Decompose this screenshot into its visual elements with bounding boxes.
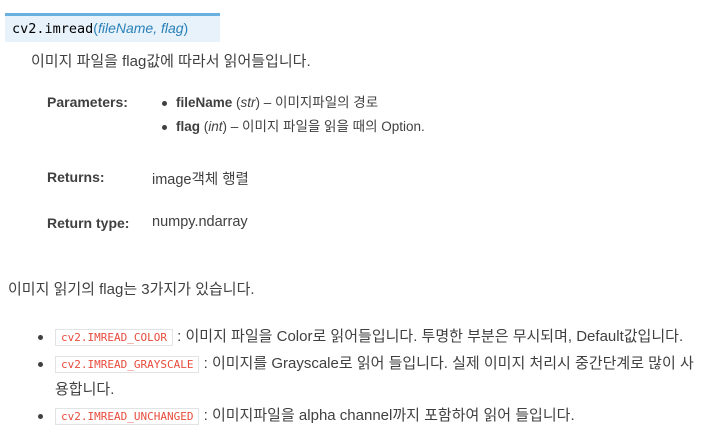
flag-list: cv2.IMREAD_COLOR : 이미지 파일을 Color로 읽어들입니다… bbox=[38, 324, 706, 430]
flag-code: cv2.IMREAD_COLOR bbox=[55, 329, 173, 346]
param-desc: – 이미지 파일을 읽을 때의 Option. bbox=[227, 119, 425, 134]
flag-item: cv2.IMREAD_COLOR : 이미지 파일을 Color로 읽어들입니다… bbox=[38, 324, 706, 350]
param-item: flag (int) – 이미지 파일을 읽을 때의 Option. bbox=[162, 118, 425, 142]
function-description: 이미지 파일을 flag값에 따라서 읽어들입니다. bbox=[31, 53, 311, 70]
param-desc: – 이미지파일의 경로 bbox=[260, 95, 379, 110]
parameter-list: fileName (str) – 이미지파일의 경로 flag (int) – … bbox=[162, 94, 425, 142]
returns-label: Returns: bbox=[47, 169, 105, 185]
function-signature: cv2.imread(fileName, flag) bbox=[5, 13, 220, 42]
flag-code: cv2.IMREAD_UNCHANGED bbox=[55, 408, 200, 425]
return-type-label: Return type: bbox=[47, 215, 130, 231]
return-type-value: numpy.ndarray bbox=[152, 214, 248, 230]
close-paren: ) bbox=[183, 20, 189, 36]
function-name: cv2.imread bbox=[12, 21, 94, 37]
param-type: str bbox=[240, 95, 256, 110]
bullet-icon bbox=[38, 335, 43, 340]
param-name: flag bbox=[176, 119, 201, 134]
flag-desc: : 이미지 파일을 Color로 읽어들입니다. 투명한 부분은 무시되며, D… bbox=[172, 328, 684, 345]
returns-value: image객체 행렬 bbox=[152, 172, 249, 188]
function-params: fileName, flag bbox=[97, 20, 184, 36]
bullet-icon bbox=[38, 362, 43, 367]
param-type: int bbox=[208, 119, 223, 134]
bullet-icon bbox=[162, 101, 167, 106]
flag-code: cv2.IMREAD_GRAYSCALE bbox=[55, 356, 200, 373]
param-name: fileName bbox=[176, 95, 233, 110]
bullet-icon bbox=[162, 125, 167, 130]
flag-item: cv2.IMREAD_UNCHANGED : 이미지파일을 alpha chan… bbox=[38, 403, 706, 429]
flag-desc: : 이미지파일을 alpha channel까지 포함하여 읽어 들입니다. bbox=[199, 407, 575, 424]
param-item: fileName (str) – 이미지파일의 경로 bbox=[162, 94, 425, 118]
flag-item: cv2.IMREAD_GRAYSCALE : 이미지를 Grayscale로 읽… bbox=[38, 351, 706, 402]
flags-intro: 이미지 읽기의 flag는 3가지가 있습니다. bbox=[8, 281, 255, 298]
parameters-label: Parameters: bbox=[47, 94, 128, 110]
bullet-icon bbox=[38, 414, 43, 419]
